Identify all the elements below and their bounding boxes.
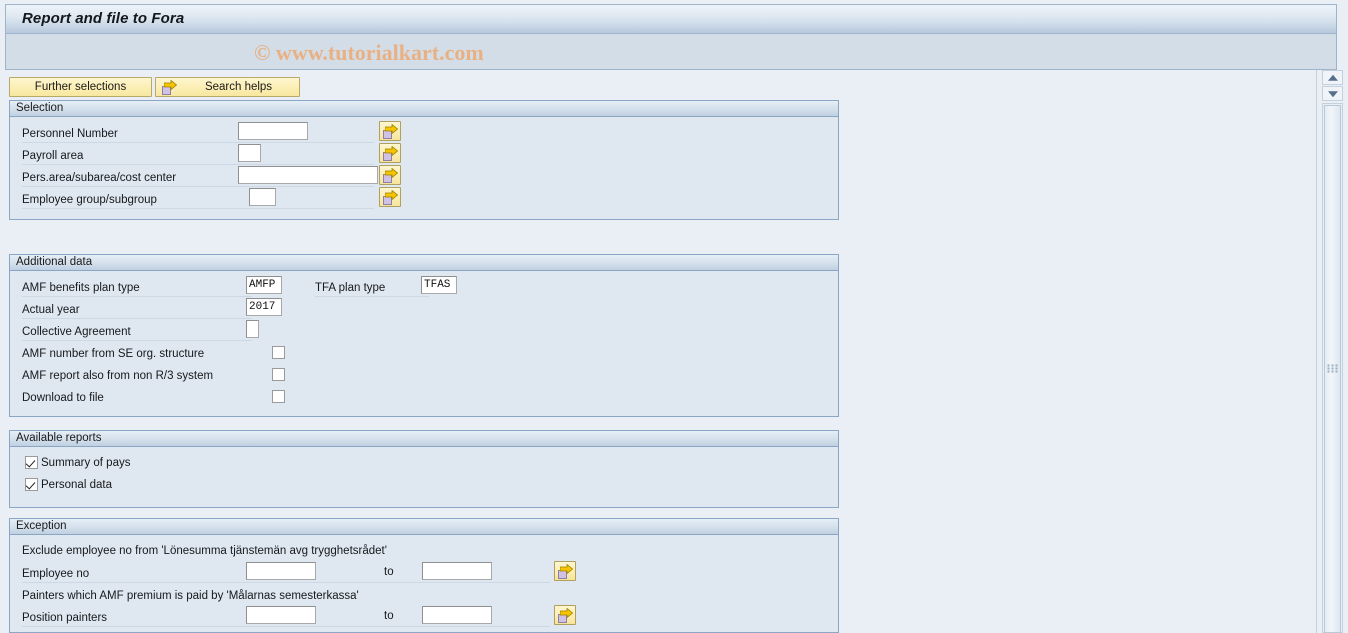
collective-agreement-label: Collective Agreement [22,326,131,338]
row-rule [22,318,252,319]
amf-benefits-plan-type-label: AMF benefits plan type [22,282,140,294]
row-rule [22,582,550,583]
amf-benefits-plan-type-input[interactable] [246,276,282,294]
personal-data-label: Personal data [41,479,112,491]
multi-select-arrow-icon [558,564,573,579]
selection-panel-body: Personnel Number Payroll area Pers.area/… [10,117,838,219]
employee-group-subgroup-input[interactable] [249,188,276,206]
available-reports-panel-header: Available reports [10,431,838,447]
row-rule [22,626,550,627]
personnel-number-multiselect-button[interactable] [379,121,401,141]
additional-data-panel-header: Additional data [10,255,838,271]
employee-no-label: Employee no [22,568,90,580]
further-selections-button[interactable]: Further selections [9,77,152,97]
actual-year-input[interactable] [246,298,282,316]
row-rule [22,296,252,297]
amf-report-non-r3-label: AMF report also from non R/3 system [22,370,214,382]
page-title: Report and file to Fora [22,10,185,27]
personal-data-checkbox[interactable] [25,478,38,491]
row-rule [22,186,374,187]
window-title-bar: Report and file to Fora [5,4,1337,34]
amf-report-non-r3-checkbox[interactable] [272,368,285,381]
exception-panel-header: Exception [10,519,838,535]
employee-no-to-label: to [384,566,394,578]
watermark-strip: © www.tutorialkart.com [5,34,1337,70]
multi-select-arrow-icon [383,146,398,161]
pers-area-multiselect-button[interactable] [379,165,401,185]
search-helps-label: Search helps [204,81,273,93]
pers-area-subarea-cost-center-label: Pers.area/subarea/cost center [22,172,177,184]
position-painters-to-label: to [384,610,394,622]
multi-select-arrow-icon [162,80,177,95]
row-rule [315,296,429,297]
exception-note-2: Painters which AMF premium is paid by 'M… [22,590,359,602]
scrollbar-thumb[interactable] [1324,105,1341,633]
payroll-area-input[interactable] [238,144,261,162]
available-reports-panel-body: Summary of pays Personal data [10,447,838,507]
exception-note-1: Exclude employee no from 'Lönesumma tjän… [22,545,387,557]
summary-of-pays-checkbox[interactable] [25,456,38,469]
personnel-number-label: Personnel Number [22,128,118,140]
watermark-text: © www.tutorialkart.com [254,40,484,65]
payroll-area-label: Payroll area [22,150,84,162]
tfa-plan-type-label: TFA plan type [315,282,386,294]
row-rule [22,164,374,165]
scrollbar-separator [1316,70,1317,633]
exception-panel-body: Exclude employee no from 'Lönesumma tjän… [10,535,838,632]
amf-number-from-se-org-structure-label: AMF number from SE org. structure [22,348,205,360]
actual-year-label: Actual year [22,304,80,316]
employee-no-from-input[interactable] [246,562,316,580]
position-painters-to-input[interactable] [422,606,492,624]
collective-agreement-input[interactable] [246,320,259,338]
selection-panel-header: Selection [10,101,838,117]
scroll-up-arrow-icon[interactable] [1322,70,1343,85]
multi-select-arrow-icon [383,168,398,183]
employee-group-multiselect-button[interactable] [379,187,401,207]
exception-panel: Exception Exclude employee no from 'Löne… [9,518,839,633]
multi-select-arrow-icon [558,608,573,623]
row-rule [22,340,252,341]
row-rule [22,142,374,143]
pers-area-subarea-cost-center-input[interactable] [238,166,378,184]
amf-number-from-se-org-structure-checkbox[interactable] [272,346,285,359]
position-painters-from-input[interactable] [246,606,316,624]
selection-panel: Selection Personnel Number Payroll area [9,100,839,220]
sap-selection-screen: Report and file to Fora © www.tutorialka… [0,0,1348,633]
employee-no-to-input[interactable] [422,562,492,580]
additional-data-panel-body: AMF benefits plan type TFA plan type Act… [10,271,838,416]
payroll-area-multiselect-button[interactable] [379,143,401,163]
multi-select-arrow-icon [383,124,398,139]
tfa-plan-type-input[interactable] [421,276,457,294]
scroll-down-arrow-icon[interactable] [1322,86,1343,101]
employee-group-subgroup-label: Employee group/subgroup [22,194,157,206]
row-rule [22,208,374,209]
scrollbar-grip-icon [1327,364,1338,374]
available-reports-panel: Available reports Summary of pays Person… [9,430,839,508]
summary-of-pays-label: Summary of pays [41,457,131,469]
position-painters-multiselect-button[interactable] [554,605,576,625]
multi-select-arrow-icon [383,190,398,205]
download-to-file-label: Download to file [22,392,104,404]
personnel-number-input[interactable] [238,122,308,140]
position-painters-label: Position painters [22,612,108,624]
employee-no-multiselect-button[interactable] [554,561,576,581]
download-to-file-checkbox[interactable] [272,390,285,403]
vertical-scrollbar[interactable] [1322,70,1343,633]
search-helps-button[interactable]: Search helps [155,77,300,97]
scrollbar-track[interactable] [1322,103,1343,633]
additional-data-panel: Additional data AMF benefits plan type T… [9,254,839,417]
